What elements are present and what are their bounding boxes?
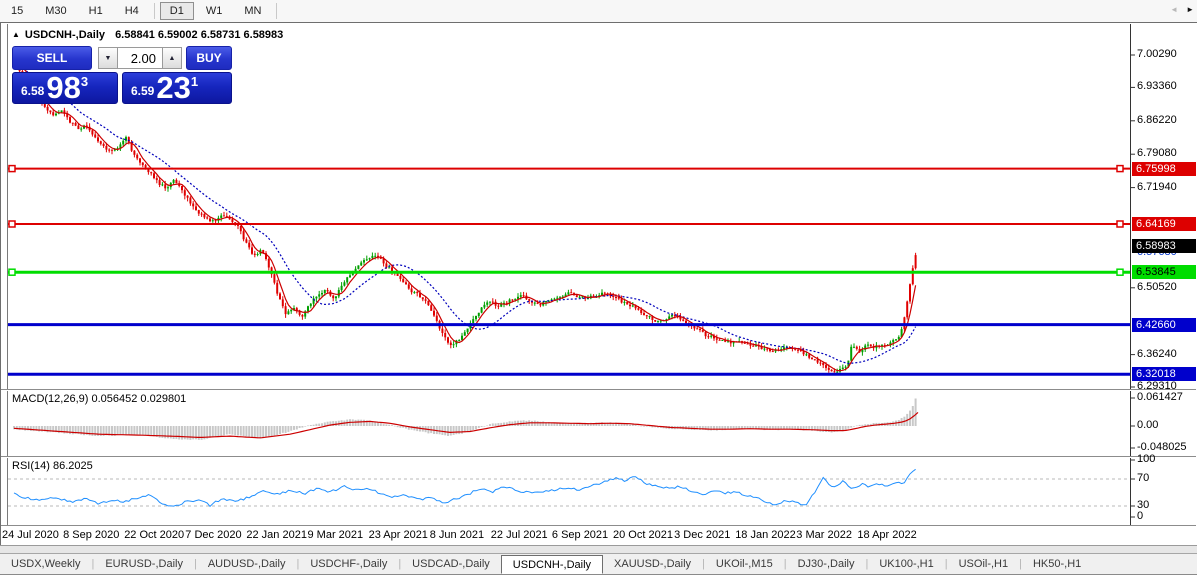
tab-scroll-left-icon[interactable]: ◄ xyxy=(1170,5,1178,14)
date-label: 9 Mar 2021 xyxy=(308,529,364,541)
volume-increase-button[interactable]: ▲ xyxy=(162,47,182,69)
date-label: 6 Sep 2021 xyxy=(552,529,608,541)
chevron-up-icon: ▲ xyxy=(169,55,176,62)
tab-usdcnh-daily[interactable]: USDCNH-,Daily xyxy=(501,555,603,574)
timeframe-toolbar: 15M30H1H4 D1W1MN xyxy=(0,0,1197,22)
y-axis-label: 6.79080 xyxy=(1137,147,1177,159)
ma-slow-line xyxy=(14,61,916,364)
timeframe-button-15[interactable]: 15 xyxy=(1,2,33,20)
mt4-window: 15M30H1H4 D1W1MN ▲ USDCNH-,Daily 6.58841 6… xyxy=(0,0,1197,576)
buy-button[interactable]: BUY xyxy=(186,46,232,70)
line-handle[interactable] xyxy=(9,221,15,227)
line-handle[interactable] xyxy=(1117,166,1123,172)
rsi-line xyxy=(14,469,916,506)
volume-decrease-button[interactable]: ▼ xyxy=(98,47,118,69)
window-bottom-strip xyxy=(0,546,1197,553)
hline-price-label: 6.64169 xyxy=(1132,217,1196,231)
tab-uk100-h1[interactable]: UK100-,H1 xyxy=(868,554,944,574)
tab-hk50-h1[interactable]: HK50-,H1 xyxy=(1022,554,1092,574)
tab-usdchf-daily[interactable]: USDCHF-,Daily xyxy=(299,554,398,574)
buy-price-box[interactable]: 6.59 23 1 xyxy=(122,72,232,104)
chart-title: ▲ USDCNH-,Daily 6.58841 6.59002 6.58731 6… xyxy=(12,29,283,41)
rsi-axis-label: 100 xyxy=(1137,453,1155,465)
date-label: 8 Sep 2020 xyxy=(63,529,119,541)
timeframe-button-M30[interactable]: M30 xyxy=(35,2,76,20)
date-label: 24 Jul 2020 xyxy=(2,529,59,541)
date-label: 8 Jun 2021 xyxy=(430,529,484,541)
tab-eurusd-daily[interactable]: EURUSD-,Daily xyxy=(94,554,194,574)
sell-price-small: 6.58 xyxy=(21,84,44,98)
toolbar-separator xyxy=(154,3,155,19)
date-label: 7 Dec 2020 xyxy=(185,529,241,541)
rsi-name: RSI(14) xyxy=(12,460,50,472)
symbol-period-label: USDCNH-,Daily xyxy=(25,29,105,41)
date-label: 23 Apr 2021 xyxy=(369,529,428,541)
chart-tab-bar: USDX,Weekly|EURUSD-,Daily|AUDUSD-,Daily|… xyxy=(0,553,1197,575)
sell-price-sup: 3 xyxy=(81,74,88,89)
one-click-trading-panel: SELL ▼ ▲ BUY 6.58 98 3 6.59 23 1 xyxy=(10,46,232,104)
tab-scroll-right-icon[interactable]: ► xyxy=(1186,5,1194,14)
macd-axis-label: -0.048025 xyxy=(1137,441,1187,453)
macd-values: 0.056452 0.029801 xyxy=(91,393,186,405)
line-handle[interactable] xyxy=(9,166,15,172)
hline-price-label: 6.53845 xyxy=(1132,265,1196,279)
y-axis-label: 6.71940 xyxy=(1137,181,1177,193)
sell-price-box[interactable]: 6.58 98 3 xyxy=(12,72,118,104)
rsi-value: 86.2025 xyxy=(53,460,93,472)
date-label: 22 Oct 2020 xyxy=(124,529,184,541)
candles-layer xyxy=(13,59,917,375)
rsi-axis-label: 70 xyxy=(1137,472,1149,484)
date-label: 22 Jul 2021 xyxy=(491,529,548,541)
timeframe-button-H1[interactable]: H1 xyxy=(79,2,113,20)
y-axis-label: 7.00290 xyxy=(1137,48,1177,60)
tab-usoil-h1[interactable]: USOil-,H1 xyxy=(948,554,1020,574)
hline-price-label: 6.42660 xyxy=(1132,318,1196,332)
line-handle[interactable] xyxy=(1117,221,1123,227)
toolbar-separator xyxy=(276,3,277,19)
collapse-triangle-icon[interactable]: ▲ xyxy=(12,30,20,39)
ohlc-values: 6.58841 6.59002 6.58731 6.58983 xyxy=(115,29,283,41)
buy-price-big: 23 xyxy=(156,74,190,101)
tab-usdcad-daily[interactable]: USDCAD-,Daily xyxy=(401,554,501,574)
tab-ukoil-m15[interactable]: UKOil-,M15 xyxy=(705,554,784,574)
tab-audusd-daily[interactable]: AUDUSD-,Daily xyxy=(197,554,297,574)
y-axis-label: 6.86220 xyxy=(1137,114,1177,126)
macd-signal-line xyxy=(14,412,918,437)
macd-axis-label: 0.061427 xyxy=(1137,391,1183,403)
line-handle[interactable] xyxy=(1117,269,1123,275)
date-label: 20 Oct 2021 xyxy=(613,529,673,541)
bid-price-label: 6.58983 xyxy=(1132,239,1196,253)
rsi-axis-label: 0 xyxy=(1137,510,1143,522)
chevron-down-icon: ▼ xyxy=(105,55,112,62)
y-axis-label: 6.36240 xyxy=(1137,348,1177,360)
date-label: 3 Dec 2021 xyxy=(674,529,730,541)
tab-xauusd-daily[interactable]: XAUUSD-,Daily xyxy=(603,554,702,574)
tab-dj30-daily[interactable]: DJ30-,Daily xyxy=(787,554,866,574)
line-handle[interactable] xyxy=(9,269,15,275)
sell-button[interactable]: SELL xyxy=(12,46,92,70)
macd-label: MACD(12,26,9) 0.056452 0.029801 xyxy=(12,393,186,405)
hline-price-label: 6.75998 xyxy=(1132,162,1196,176)
macd-axis-label: 0.00 xyxy=(1137,419,1158,431)
timeframe-button-H4[interactable]: H4 xyxy=(115,2,149,20)
timeframe-button-W1[interactable]: W1 xyxy=(196,2,233,20)
tab-scroll-buttons: ◄► xyxy=(1170,5,1194,14)
y-axis-label: 6.50520 xyxy=(1137,281,1177,293)
trade-controls-row: SELL ▼ ▲ BUY xyxy=(10,46,232,70)
macd-name: MACD(12,26,9) xyxy=(12,393,88,405)
buy-price-sup: 1 xyxy=(191,74,198,89)
date-label: 18 Jan 2022 xyxy=(735,529,796,541)
timeframe-button-MN[interactable]: MN xyxy=(234,2,271,20)
date-label: 18 Apr 2022 xyxy=(857,529,916,541)
tab-usdx-weekly[interactable]: USDX,Weekly xyxy=(0,554,91,574)
y-axis-label: 6.93360 xyxy=(1137,80,1177,92)
timeframe-button-D1[interactable]: D1 xyxy=(160,2,194,20)
volume-input[interactable] xyxy=(118,47,162,69)
date-label: 22 Jan 2021 xyxy=(246,529,307,541)
hline-price-label: 6.32018 xyxy=(1132,367,1196,381)
buy-price-small: 6.59 xyxy=(131,84,154,98)
sell-price-big: 98 xyxy=(46,74,80,101)
date-label: 3 Mar 2022 xyxy=(796,529,852,541)
rsi-label: RSI(14) 86.2025 xyxy=(12,460,93,472)
